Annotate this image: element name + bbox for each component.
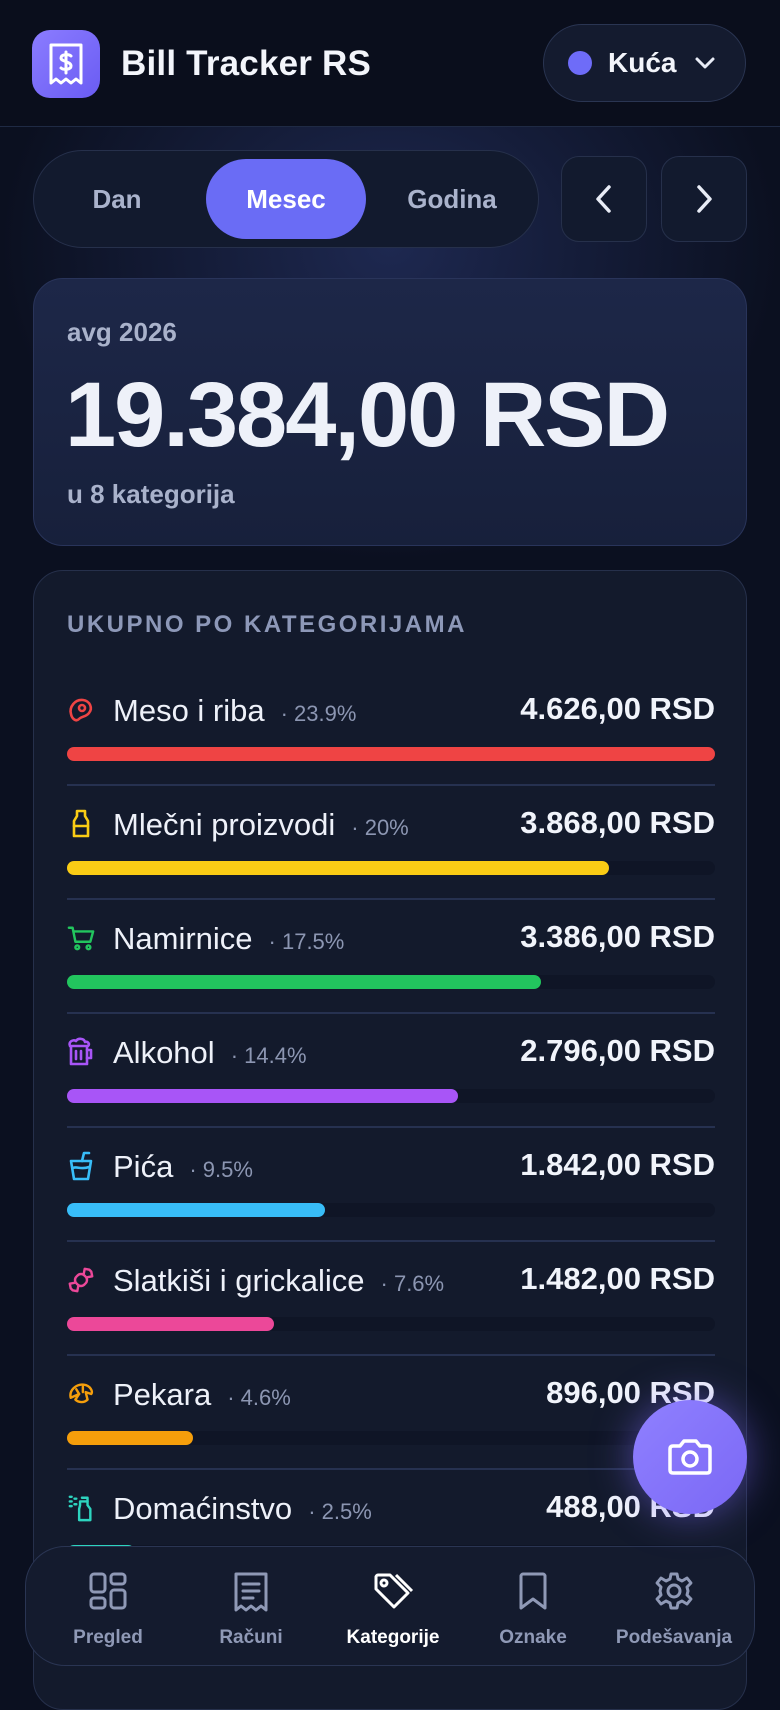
category-row-pekara[interactable]: Pekara · 4.6% 896,00 RSD xyxy=(67,1355,715,1470)
category-row-mlecni-proizvodi[interactable]: Mlečni proizvodi · 20% 3.868,00 RSD xyxy=(67,785,715,900)
nav-label: Računi xyxy=(219,1627,283,1648)
category-amount: 2.796,00 RSD xyxy=(520,1033,715,1068)
category-progress-fill xyxy=(67,861,609,875)
beer-mug-icon xyxy=(67,1037,95,1067)
tab-godina[interactable]: Godina xyxy=(368,159,536,239)
category-percent: · 23.9% xyxy=(280,701,357,726)
category-name: Meso i riba xyxy=(113,693,265,728)
spray-bottle-icon xyxy=(67,1493,95,1523)
category-progress-fill xyxy=(67,1431,193,1445)
category-amount: 4.626,00 RSD xyxy=(520,691,715,726)
category-name: Slatkiši i grickalice xyxy=(113,1263,365,1298)
milk-bottle-icon xyxy=(67,809,95,839)
tab-dan[interactable]: Dan xyxy=(42,159,192,239)
app-title: Bill Tracker RS xyxy=(121,44,372,83)
previous-period-button[interactable] xyxy=(561,156,647,242)
nav-item-podesavanja[interactable]: Podešavanja xyxy=(604,1547,744,1667)
chevron-left-icon xyxy=(596,185,611,213)
cart-icon xyxy=(67,923,95,953)
category-amount: 1.842,00 RSD xyxy=(520,1147,715,1182)
category-progress-track xyxy=(67,747,715,761)
category-percent: · 7.6% xyxy=(380,1271,445,1296)
category-progress-fill xyxy=(67,1089,459,1103)
monthly-summary-card: avg 2026 19.384,00 RSD u 8 kategorija xyxy=(33,278,747,546)
category-progress-track xyxy=(67,1317,715,1331)
category-row-pica[interactable]: Pića · 9.5% 1.842,00 RSD xyxy=(67,1127,715,1242)
category-percent: · 2.5% xyxy=(308,1499,372,1524)
app-logo-receipt-icon xyxy=(32,30,100,98)
scan-receipt-button[interactable] xyxy=(633,1400,747,1514)
category-progress-track xyxy=(67,1203,715,1217)
grid-icon xyxy=(88,1571,128,1616)
category-row-slatkisi-i-grickalice[interactable]: Slatkiši i grickalice · 7.6% 1.482,00 RSD xyxy=(67,1241,715,1356)
nav-item-kategorije[interactable]: Kategorije xyxy=(323,1547,463,1667)
chevron-right-icon xyxy=(697,185,712,213)
categories-heading: UKUPNO PO KATEGORIJAMA xyxy=(67,611,467,638)
receipt-icon xyxy=(233,1571,269,1618)
category-percent: · 4.6% xyxy=(227,1385,291,1410)
category-percent: · 9.5% xyxy=(189,1157,253,1182)
household-color-dot xyxy=(568,51,592,75)
bookmark-icon xyxy=(517,1571,549,1616)
next-period-button[interactable] xyxy=(661,156,747,242)
nav-item-racuni[interactable]: Računi xyxy=(181,1547,321,1667)
category-percent: · 17.5% xyxy=(268,929,345,954)
category-amount: 1.482,00 RSD xyxy=(520,1261,715,1296)
category-name: Pekara xyxy=(113,1377,212,1412)
category-progress-track xyxy=(67,1089,715,1103)
summary-category-count: u 8 kategorija xyxy=(67,479,235,509)
tab-mesec[interactable]: Mesec xyxy=(206,159,366,239)
category-row-namirnice[interactable]: Namirnice · 17.5% 3.386,00 RSD xyxy=(67,899,715,1014)
category-row-alkohol[interactable]: Alkohol · 14.4% 2.796,00 RSD xyxy=(67,1013,715,1128)
gear-icon xyxy=(654,1571,694,1616)
category-name: Domaćinstvo xyxy=(113,1491,293,1526)
nav-item-pregled[interactable]: Pregled xyxy=(38,1547,178,1667)
category-percent: · 20% xyxy=(351,815,409,840)
category-name: Mlečni proizvodi xyxy=(113,807,336,842)
candy-icon xyxy=(67,1265,95,1295)
category-progress-fill xyxy=(67,975,542,989)
nav-label: Pregled xyxy=(73,1627,143,1648)
cup-straw-icon xyxy=(67,1151,95,1181)
household-name: Kuća xyxy=(608,47,677,78)
nav-item-oznake[interactable]: Oznake xyxy=(463,1547,603,1667)
tag-icon xyxy=(372,1571,414,1618)
camera-icon xyxy=(668,1439,712,1475)
category-progress-track xyxy=(67,861,715,875)
period-segmented-control: Dan Mesec Godina xyxy=(33,150,539,248)
croissant-icon xyxy=(67,1379,95,1409)
bottom-navigation: Pregled Računi Kategorije Oznake Podešav… xyxy=(25,1546,755,1666)
nav-label: Oznake xyxy=(499,1627,567,1648)
category-name: Pića xyxy=(113,1149,174,1184)
summary-period-label: avg 2026 xyxy=(67,317,177,347)
meat-icon xyxy=(67,695,95,725)
category-progress-track xyxy=(67,1431,715,1445)
category-row-meso-i-riba[interactable]: Meso i riba · 23.9% 4.626,00 RSD xyxy=(67,671,715,786)
categories-card: UKUPNO PO KATEGORIJAMA Meso i riba · 23.9… xyxy=(33,570,747,1710)
nav-label: Podešavanja xyxy=(615,1627,733,1648)
category-progress-fill xyxy=(67,1203,325,1217)
app-header: Bill Tracker RS Kuća xyxy=(0,0,780,127)
category-name: Namirnice xyxy=(113,921,253,956)
chevron-down-icon xyxy=(694,56,716,70)
category-name: Alkohol xyxy=(113,1035,215,1070)
category-amount: 3.868,00 RSD xyxy=(520,805,715,840)
category-progress-fill xyxy=(67,747,715,761)
summary-total-amount: 19.384,00 RSD xyxy=(65,364,670,466)
category-progress-track xyxy=(67,975,715,989)
nav-label: Kategorije xyxy=(346,1627,440,1648)
category-percent: · 14.4% xyxy=(230,1043,307,1068)
category-progress-fill xyxy=(67,1317,275,1331)
household-selector[interactable]: Kuća xyxy=(543,24,746,102)
category-amount: 3.386,00 RSD xyxy=(520,919,715,954)
